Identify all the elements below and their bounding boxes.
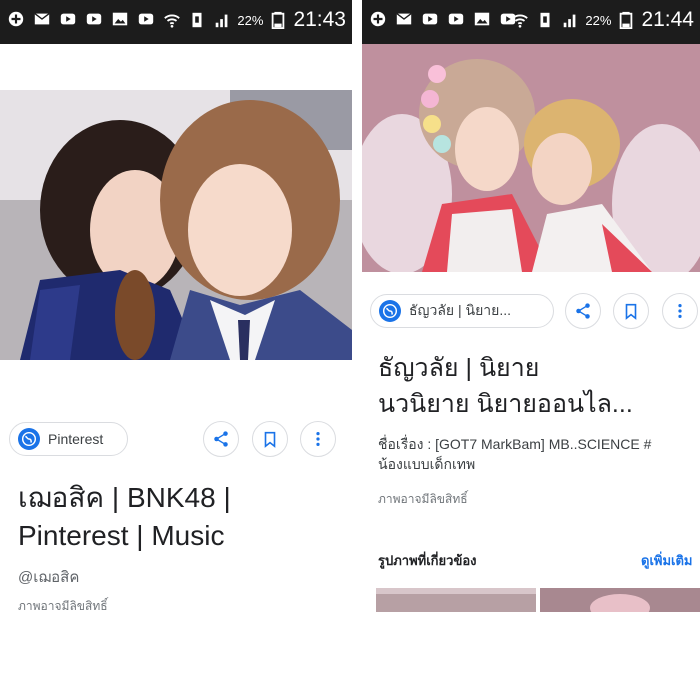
title-line: Pinterest | Music: [18, 520, 225, 551]
signal-icon: [560, 10, 580, 30]
battery-icon: [616, 10, 636, 30]
image-icon: [110, 9, 130, 29]
result-image[interactable]: [362, 44, 700, 272]
result-title[interactable]: เฌอสิค | BNK48 | Pinterest | Music: [18, 479, 231, 555]
signal-icon: [212, 10, 232, 30]
bookmark-icon: [625, 303, 637, 320]
related-images-heading: รูปภาพที่เกี่ยวข้อง: [378, 553, 477, 568]
battery-icon: [268, 10, 288, 30]
result-image[interactable]: [0, 90, 352, 360]
more-options-button[interactable]: [300, 421, 336, 457]
right-screenshot: 22% 21:44 ธัญวลัย | นิยาย... ธัญวลัย | น…: [362, 0, 700, 612]
youtube-icon: [84, 9, 104, 29]
more-options-button[interactable]: [662, 293, 698, 329]
description-line: ชื่อเรื่อง : [GOT7 MarkBam] MB..SCIENCE …: [378, 436, 652, 452]
system-indicators: 22% 21:44: [510, 8, 694, 32]
share-button[interactable]: [565, 293, 601, 329]
wifi-icon: [510, 10, 530, 30]
globe-icon: [379, 300, 401, 322]
result-description: ชื่อเรื่อง : [GOT7 MarkBam] MB..SCIENCE …: [378, 434, 698, 474]
more-vert-icon: [316, 431, 320, 447]
battery-percent: 22%: [237, 12, 264, 28]
description-line: น้องแบบเด็กเทพ: [378, 456, 476, 472]
youtube-icon: [58, 9, 78, 29]
panel-divider: [352, 0, 362, 612]
related-image-thumbnail[interactable]: [376, 588, 536, 612]
share-button[interactable]: [203, 421, 239, 457]
save-button[interactable]: [252, 421, 288, 457]
notification-icons: [368, 9, 518, 29]
title-line: ธัญวลัย | นิยาย: [378, 354, 540, 382]
clock: 21:44: [641, 8, 694, 31]
battery-percent: 22%: [585, 12, 612, 28]
bookmark-icon: [264, 431, 276, 448]
copyright-notice: ภาพอาจมีลิขสิทธิ์: [378, 492, 468, 506]
wifi-icon: [162, 10, 182, 30]
youtube-icon: [136, 9, 156, 29]
add-icon: [368, 9, 388, 29]
source-label: Pinterest: [48, 431, 104, 447]
source-chip[interactable]: ธัญวลัย | นิยาย...: [370, 294, 554, 328]
clock: 21:43: [293, 8, 346, 31]
youtube-icon: [446, 9, 466, 29]
copyright-notice: ภาพอาจมีลิขสิทธิ์: [18, 599, 108, 612]
source-chip[interactable]: Pinterest: [9, 422, 128, 456]
status-bar: 22% 21:43: [0, 0, 352, 44]
result-title[interactable]: ธัญวลัย | นิยาย นวนิยาย นิยายออนไล...: [378, 350, 633, 422]
mail-icon: [32, 9, 52, 29]
save-button[interactable]: [613, 293, 649, 329]
system-indicators: 22% 21:43: [162, 8, 346, 32]
title-line: นวนิยาย นิยายออนไล...: [378, 390, 633, 418]
source-handle: @เฌอสิค: [18, 569, 80, 586]
add-icon: [6, 9, 26, 29]
youtube-icon: [420, 9, 440, 29]
image-icon: [472, 9, 492, 29]
share-icon: [576, 303, 590, 319]
more-vert-icon: [678, 303, 682, 319]
mail-icon: [394, 9, 414, 29]
source-label: ธัญวลัย | นิยาย...: [409, 302, 512, 318]
see-more-link[interactable]: ดูเพิ่มเติม: [641, 550, 692, 571]
left-screenshot: 22% 21:43 Pinterest เฌอสิค | BNK48 | Pin…: [0, 0, 352, 612]
related-image-thumbnail[interactable]: [540, 588, 700, 612]
title-line: เฌอสิค | BNK48 |: [18, 482, 231, 513]
share-icon: [214, 431, 228, 447]
sim-icon: [535, 10, 555, 30]
globe-icon: [18, 428, 40, 450]
sim-icon: [187, 10, 207, 30]
notification-icons: [6, 9, 156, 29]
status-bar: 22% 21:44: [362, 0, 700, 44]
